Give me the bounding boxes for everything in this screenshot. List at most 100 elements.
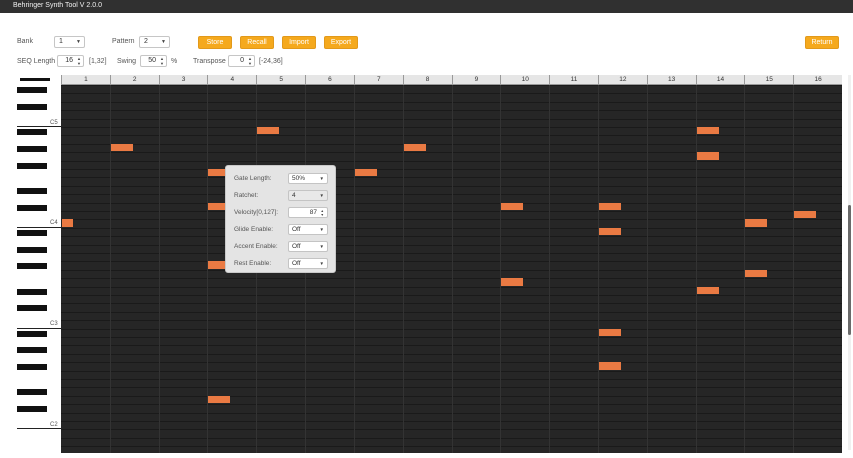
swing-spinner[interactable]: 50 ▲ ▼ — [140, 55, 167, 67]
bank-label: Bank — [17, 38, 33, 45]
transpose-value: 0 — [240, 57, 244, 64]
octave-divider — [17, 226, 61, 228]
pattern-select[interactable]: 2 ▼ — [139, 36, 170, 48]
note-block[interactable] — [62, 219, 73, 227]
chevron-down-icon: ▼ — [319, 176, 324, 181]
gate-length-select[interactable]: 50% ▼ — [288, 173, 328, 184]
note-properties-popup: Gate Length: 50% ▼ Ratchet: 4 ▼ Velocity… — [225, 165, 336, 273]
transpose-spinner[interactable]: 0 ▲ ▼ — [228, 55, 255, 67]
black-key[interactable] — [17, 288, 47, 295]
scrollbar-thumb[interactable] — [848, 205, 851, 335]
grid-step-line — [158, 85, 160, 453]
grid-step-line — [353, 85, 355, 453]
bank-select[interactable]: 1 ▼ — [54, 36, 85, 48]
import-button[interactable]: Import — [282, 36, 316, 49]
note-block[interactable] — [403, 143, 426, 152]
ratchet-select[interactable]: 4 ▼ — [288, 190, 328, 201]
transpose-label: Transpose — [193, 58, 226, 65]
window-title: Behringer Synth Tool V 2.0.0 — [13, 2, 102, 9]
black-key[interactable] — [17, 246, 47, 253]
pattern-label: Pattern — [112, 38, 135, 45]
note-block[interactable] — [257, 127, 280, 135]
black-key[interactable] — [17, 145, 47, 152]
seq-length-spinner[interactable]: 16 ▲ ▼ — [57, 55, 84, 67]
black-key[interactable] — [20, 78, 50, 81]
black-key[interactable] — [17, 87, 47, 93]
seq-length-label: SEQ Length — [17, 58, 56, 65]
grid-step-line — [793, 85, 795, 453]
black-key[interactable] — [17, 364, 47, 371]
export-button[interactable]: Export — [324, 36, 358, 49]
octave-label: C5 — [50, 119, 58, 126]
step-header-cell: 12 — [597, 75, 647, 84]
note-block[interactable] — [745, 269, 768, 278]
accent-enable-label: Accent Enable: — [234, 243, 278, 250]
note-block[interactable] — [208, 395, 231, 404]
step-header-cell: 16 — [793, 75, 842, 84]
note-block[interactable] — [696, 152, 719, 160]
note-block[interactable] — [696, 286, 719, 294]
rest-enable-value: Off — [292, 260, 301, 267]
note-grid[interactable] — [61, 85, 842, 453]
accent-enable-select[interactable]: Off ▼ — [288, 241, 328, 252]
note-block[interactable] — [745, 219, 768, 227]
octave-divider — [17, 428, 61, 430]
black-key[interactable] — [17, 229, 47, 236]
step-header-cell: 4 — [207, 75, 256, 84]
velocity-spinner[interactable]: 87 ▲ ▼ — [288, 207, 328, 218]
black-key[interactable] — [17, 103, 47, 110]
rest-enable-select[interactable]: Off ▼ — [288, 258, 328, 269]
black-key[interactable] — [17, 162, 47, 169]
grid-step-line — [646, 85, 648, 453]
swing-value: 50 — [148, 57, 156, 64]
black-key[interactable] — [17, 204, 47, 211]
chevron-down-icon: ▼ — [319, 261, 324, 266]
note-block[interactable] — [696, 127, 719, 135]
velocity-label: Velocity[0,127]: — [234, 209, 279, 216]
glide-enable-select[interactable]: Off ▼ — [288, 224, 328, 235]
black-key[interactable] — [17, 406, 47, 413]
gate-length-value: 50% — [292, 175, 306, 182]
black-key[interactable] — [17, 263, 47, 270]
note-block[interactable] — [110, 143, 133, 152]
chevron-down-icon: ▼ — [319, 244, 324, 249]
octave-label: C2 — [50, 422, 58, 428]
note-block[interactable] — [598, 362, 621, 370]
return-button[interactable]: Return — [805, 36, 839, 49]
grid-step-line — [500, 85, 502, 453]
black-key[interactable] — [17, 187, 47, 194]
note-block[interactable] — [598, 328, 621, 336]
octave-label: C3 — [50, 321, 58, 328]
recall-button[interactable]: Recall — [240, 36, 274, 49]
store-button[interactable]: Store — [198, 36, 232, 49]
note-block[interactable] — [501, 202, 524, 210]
note-block[interactable] — [598, 202, 621, 210]
note-block[interactable] — [598, 227, 621, 236]
seq-length-range: [1,32] — [89, 58, 107, 65]
glide-enable-label: Glide Enable: — [234, 226, 274, 233]
note-block[interactable] — [354, 169, 377, 177]
chevron-down-icon: ▼ — [319, 227, 324, 232]
piano-roll[interactable]: 1 2 3 4 5 6 7 8 9 10 11 12 13 14 15 16 C5 C4 C3 C2 — [17, 75, 842, 453]
step-header-cell: 1 — [61, 75, 110, 84]
piano-keyboard[interactable]: C5 C4 C3 C2 — [17, 85, 61, 453]
chevron-down-icon: ▼ — [76, 39, 81, 45]
velocity-value: 87 — [309, 209, 317, 216]
note-block[interactable] — [501, 278, 524, 286]
spin-arrows-icon: ▲ ▼ — [320, 209, 324, 217]
step-header-cell: 7 — [353, 75, 403, 84]
black-key[interactable] — [17, 129, 47, 135]
vertical-scrollbar[interactable] — [848, 75, 851, 450]
spin-arrows-icon: ▲ ▼ — [160, 56, 164, 66]
chevron-down-icon: ▼ — [161, 39, 166, 45]
spin-arrows-icon: ▲ ▼ — [77, 56, 81, 66]
glide-enable-value: Off — [292, 226, 301, 233]
step-header-cell: 9 — [451, 75, 501, 84]
black-key[interactable] — [17, 305, 47, 312]
black-key[interactable] — [17, 330, 47, 337]
grid-step-line — [451, 85, 453, 453]
note-block[interactable] — [794, 211, 817, 219]
black-key[interactable] — [17, 389, 47, 396]
black-key[interactable] — [17, 347, 47, 354]
title-bar: Behringer Synth Tool V 2.0.0 — [0, 0, 853, 13]
